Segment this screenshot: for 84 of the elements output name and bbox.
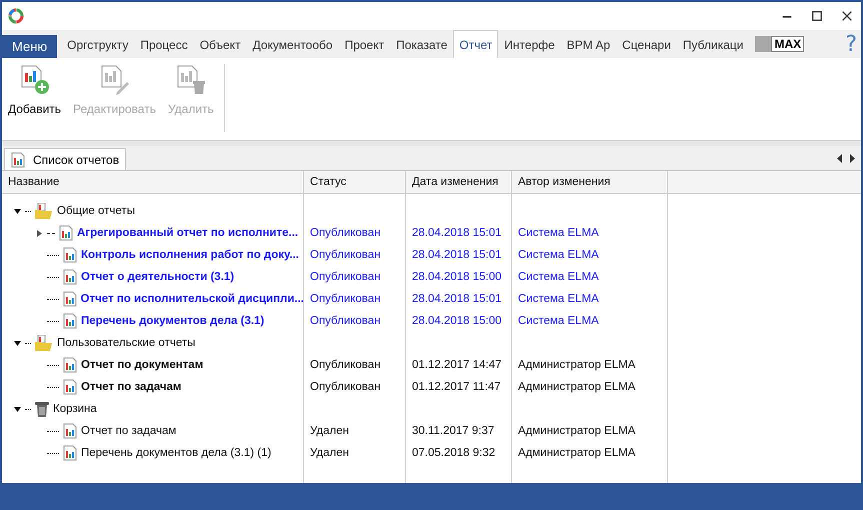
table-cell-text: 28.04.2018 15:01: [411, 226, 503, 241]
table-cell-text: Система ELMA: [517, 248, 600, 263]
report-name[interactable]: Отчет по задачам: [81, 425, 176, 437]
close-icon[interactable]: [841, 10, 853, 22]
ribbon-tab[interactable]: Проект: [338, 30, 390, 58]
table-cell-text: Опубликован: [309, 248, 382, 263]
group-label[interactable]: Пользовательские отчеты: [57, 337, 196, 349]
group-label[interactable]: Общие отчеты: [57, 205, 135, 217]
scroll-right-icon[interactable]: [849, 154, 855, 162]
table-cell-text: Опубликован: [309, 292, 382, 307]
ribbon-tab[interactable]: Отчет: [453, 30, 498, 58]
collapse-caret-icon[interactable]: [14, 208, 21, 214]
report-icon: [63, 379, 77, 395]
help-button[interactable]: ?: [841, 30, 861, 58]
table-cell-text: Удален: [309, 446, 350, 461]
ribbon-tab[interactable]: BPM Ap: [560, 30, 616, 58]
table-cell-text: Администратор ELMA: [517, 380, 636, 395]
table-cell-text: Опубликован: [309, 226, 382, 241]
document-tab[interactable]: Список отчетов: [4, 148, 126, 170]
group-label[interactable]: Корзина: [53, 403, 97, 415]
table-cell-text: Администратор ELMA: [517, 358, 636, 373]
ribbon-tab[interactable]: Процесс: [134, 30, 194, 58]
table-cell-text: Администратор ELMA: [517, 446, 636, 461]
trash-icon: [35, 401, 49, 417]
ribbon-tab[interactable]: Сценари: [616, 30, 677, 58]
table-cell-text: Опубликован: [309, 358, 382, 373]
menu-button[interactable]: Меню: [2, 35, 58, 58]
ribbon-tab[interactable]: Показате: [390, 30, 454, 58]
add-report-icon: [18, 64, 51, 96]
report-name[interactable]: Перечень документов дела (3.1) (1): [81, 447, 272, 459]
report-icon: [63, 423, 77, 439]
ribbon-tab[interactable]: Публикаци: [676, 30, 750, 58]
maximize-icon[interactable]: [811, 10, 823, 22]
report-name[interactable]: Отчет о деятельности (3.1): [81, 271, 234, 283]
folder-icon: [35, 335, 53, 351]
toolbar-button[interactable]: Добавить: [2, 64, 68, 132]
table-cell-text: 28.04.2018 15:01: [411, 248, 503, 263]
report-name[interactable]: Перечень документов дела (3.1): [81, 315, 264, 327]
report-name[interactable]: Контроль исполнения работ по доку...: [81, 249, 299, 261]
table-cell-text: Система ELMA: [517, 270, 600, 285]
ribbon-tab[interactable]: Документообо: [246, 30, 339, 58]
table-cell-text: Администратор ELMA: [517, 424, 636, 439]
table-cell-text: Система ELMA: [517, 292, 600, 307]
collapse-caret-icon[interactable]: [14, 406, 21, 412]
table-cell-text: 28.04.2018 15:00: [411, 270, 503, 285]
report-name[interactable]: Агрегированный отчет по исполните...: [77, 227, 298, 239]
report-icon: [63, 445, 77, 461]
folder-icon: [35, 203, 53, 219]
column-header[interactable]: Дата изменения: [406, 171, 512, 193]
table-cell-text: Система ELMA: [517, 314, 600, 329]
report-icon: [62, 291, 77, 307]
edit-report-icon: [98, 64, 130, 96]
ribbon-tab[interactable]: Объект: [194, 30, 247, 58]
ribbon-tab[interactable]: Интерфе: [498, 30, 561, 58]
table-cell-text: 28.04.2018 15:01: [411, 292, 503, 307]
report-name[interactable]: Отчет по исполнительской дисципли...: [80, 293, 304, 305]
column-header[interactable]: Статус: [304, 171, 406, 193]
report-icon: [63, 247, 77, 263]
table-cell-text: 28.04.2018 15:00: [411, 314, 503, 329]
table-cell-text: 01.12.2017 11:47: [411, 380, 502, 395]
ribbon-tab[interactable]: Оргструкту: [61, 30, 134, 58]
app-logo-icon: [8, 8, 24, 24]
report-icon: [11, 152, 25, 168]
report-name[interactable]: Отчет по задачам: [81, 381, 182, 393]
table-cell-text: 07.05.2018 9:32: [411, 446, 496, 461]
delete-report-icon: [174, 64, 207, 96]
report-icon: [63, 313, 77, 329]
scroll-left-icon[interactable]: [837, 154, 843, 162]
table-cell-text: Удален: [309, 424, 350, 439]
max-button[interactable]: MAX: [771, 36, 804, 52]
report-icon: [63, 357, 77, 373]
table-cell-text: Опубликован: [309, 270, 382, 285]
collapse-caret-icon[interactable]: [14, 340, 21, 346]
table-cell-text: 30.11.2017 9:37: [411, 424, 496, 439]
report-icon: [59, 225, 73, 241]
column-header[interactable]: Название: [2, 171, 304, 193]
table-cell-text: Опубликован: [309, 380, 382, 395]
table-cell-text: 01.12.2017 14:47: [411, 358, 503, 373]
table-cell-text: Система ELMA: [517, 226, 600, 241]
table-cell-text: Опубликован: [309, 314, 382, 329]
column-header[interactable]: Автор изменения: [512, 171, 668, 193]
report-icon: [63, 269, 77, 285]
expand-caret-icon[interactable]: [36, 230, 43, 236]
report-name[interactable]: Отчет по документам: [81, 359, 204, 371]
